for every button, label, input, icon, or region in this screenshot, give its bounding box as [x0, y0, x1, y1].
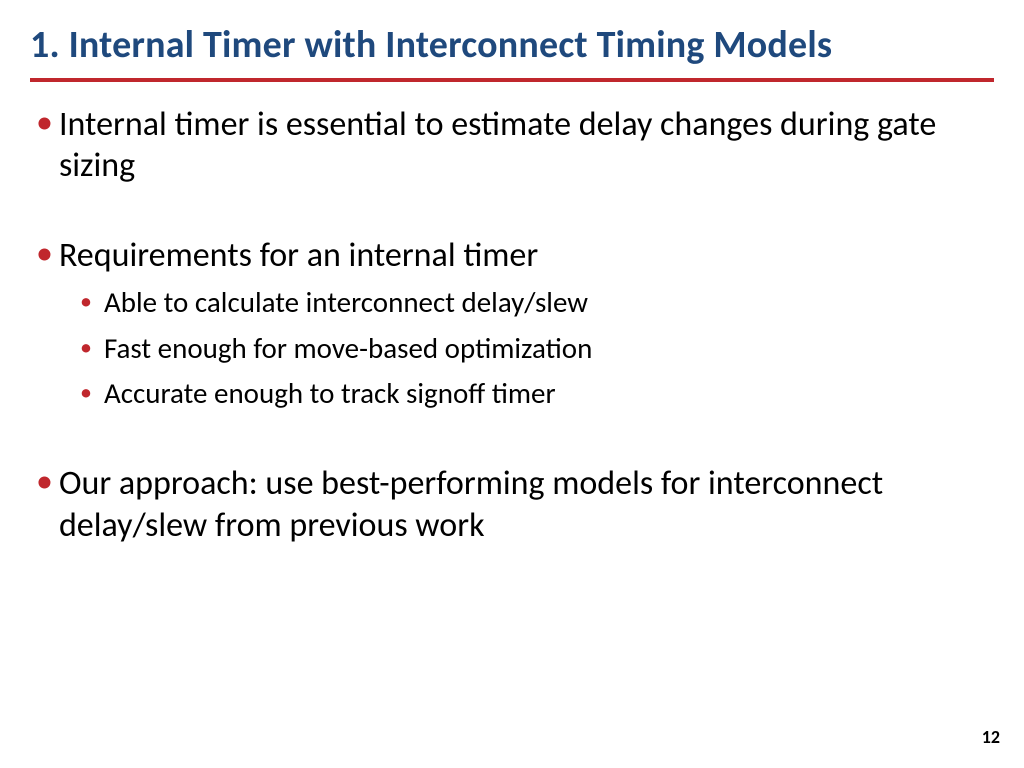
bullet-text: Accurate enough to track signoff timer	[104, 375, 556, 413]
bullet-text: Able to calculate interconnect delay/sle…	[104, 284, 588, 322]
bullet-text: Our approach: use best-performing models…	[59, 463, 988, 546]
bullet-level1: • Internal timer is essential to estimat…	[36, 104, 988, 187]
bullet-icon: •	[80, 290, 92, 314]
bullet-text: Fast enough for move-based optimization	[104, 330, 592, 368]
bullet-icon: •	[36, 465, 53, 499]
page-number: 12	[982, 726, 1000, 748]
slide: 1. Internal Timer with Interconnect Timi…	[0, 0, 1024, 768]
bullet-text: Requirements for an internal timer	[59, 235, 538, 276]
bullet-level1: • Requirements for an internal timer	[36, 235, 988, 276]
slide-title: 1. Internal Timer with Interconnect Timi…	[30, 24, 994, 76]
spacer	[36, 421, 988, 463]
bullet-level1: • Our approach: use best-performing mode…	[36, 463, 988, 546]
bullet-text: Internal timer is essential to estimate …	[59, 104, 988, 187]
bullet-icon: •	[80, 381, 92, 405]
bullet-level2: • Accurate enough to track signoff timer	[80, 375, 988, 413]
title-underline	[30, 78, 994, 82]
slide-body: • Internal timer is essential to estimat…	[30, 104, 994, 546]
bullet-icon: •	[80, 336, 92, 360]
bullet-icon: •	[36, 237, 53, 271]
bullet-level2: • Able to calculate interconnect delay/s…	[80, 284, 988, 322]
spacer	[36, 193, 988, 235]
bullet-level2: • Fast enough for move-based optimizatio…	[80, 330, 988, 368]
bullet-icon: •	[36, 106, 53, 140]
